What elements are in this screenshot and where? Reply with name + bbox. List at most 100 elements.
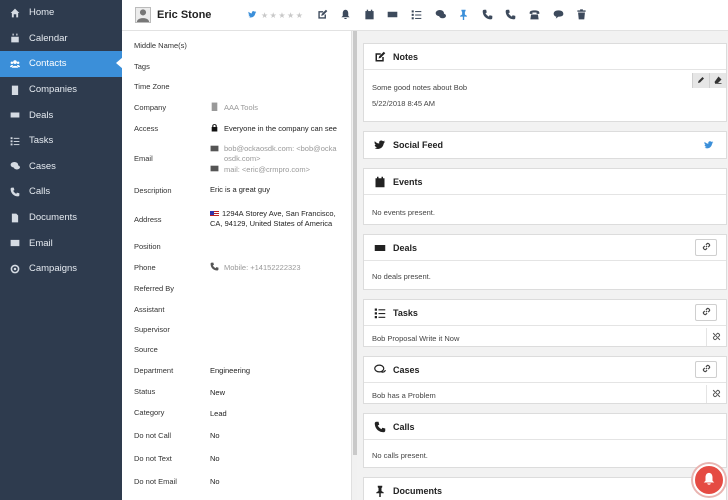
money-icon	[387, 9, 398, 22]
link-icon	[702, 307, 711, 318]
category-label: Category	[134, 408, 165, 417]
document-icon	[9, 212, 21, 224]
money-icon	[373, 241, 387, 255]
deals-empty: No deals present.	[372, 272, 431, 281]
cases-header: Cases	[364, 357, 726, 383]
unlink-task-button[interactable]	[706, 328, 726, 346]
sidebar-item-email[interactable]: Email	[0, 230, 122, 256]
sidebar-item-contacts[interactable]: Contacts	[0, 51, 123, 77]
address-text[interactable]: 1294A Storey Ave, San Francisco, CA, 941…	[210, 209, 336, 228]
email-2[interactable]: mail: <eric@crmpro.com>	[210, 164, 310, 176]
twitter-link-icon[interactable]	[704, 140, 714, 152]
phone-value[interactable]: Mobile: +14152222323	[210, 262, 301, 274]
notifications-button[interactable]	[334, 8, 358, 22]
sidebar-item-home[interactable]: Home	[0, 0, 122, 26]
sidebar-item-deals[interactable]: Deals	[0, 102, 122, 128]
sidebar-item-tasks[interactable]: Tasks	[0, 128, 122, 154]
note-text: Some good notes about Bob	[372, 83, 468, 92]
calendar-button[interactable]	[358, 8, 382, 22]
phone-alt-button[interactable]	[499, 8, 523, 22]
events-empty: No events present.	[372, 208, 435, 217]
sidebar-item-calendar[interactable]: Calendar	[0, 26, 122, 52]
star-rating[interactable]: ★ ★ ★ ★ ★	[261, 11, 304, 20]
pin-icon	[458, 9, 469, 22]
envelope-icon	[210, 144, 220, 164]
star-icon[interactable]: ★	[287, 11, 294, 20]
link-task-button[interactable]	[695, 304, 717, 321]
twitter-icon[interactable]	[248, 10, 258, 20]
referred-by-label: Referred By	[134, 284, 175, 293]
unlink-case-button[interactable]	[706, 385, 726, 403]
cases-button[interactable]	[428, 8, 452, 22]
trash-icon	[576, 8, 587, 22]
sidebar-item-companies[interactable]: Companies	[0, 77, 122, 103]
pin-button[interactable]	[452, 8, 476, 22]
comment-button[interactable]	[546, 8, 570, 22]
email-1[interactable]: bob@ockaosdk.com: <bob@ockaosdk.com>	[210, 144, 342, 164]
tasks-icon	[9, 135, 21, 147]
deals-button[interactable]	[381, 8, 405, 22]
status-label: Status	[134, 387, 156, 396]
building-icon	[210, 102, 220, 114]
phone-icon	[505, 9, 516, 22]
landline-button[interactable]	[523, 8, 547, 22]
do-not-email-label: Do not Email	[134, 477, 177, 486]
delete-note-button[interactable]	[709, 73, 726, 88]
access-label: Access	[134, 124, 159, 133]
home-icon	[9, 7, 21, 19]
sidebar-item-label: Email	[29, 237, 53, 249]
position-label: Position	[134, 242, 161, 251]
link-case-button[interactable]	[695, 361, 717, 378]
delete-button[interactable]	[570, 8, 594, 22]
tasks-title: Tasks	[393, 307, 418, 318]
pencil-icon	[697, 76, 705, 86]
assistant-label: Assistant	[134, 305, 165, 314]
star-icon[interactable]: ★	[296, 11, 303, 20]
sidebar-item-label: Deals	[29, 109, 54, 121]
department-value: Engineering	[210, 366, 251, 375]
star-icon[interactable]: ★	[270, 11, 277, 20]
calendar-icon	[364, 9, 375, 22]
notes-card: Notes Some good notes about Bob 5/22/201…	[363, 43, 727, 122]
email-2-text[interactable]: mail: <eric@crmpro.com>	[224, 165, 310, 174]
sidebar-item-documents[interactable]: Documents	[0, 205, 122, 231]
company-value[interactable]: AAA Tools	[210, 102, 258, 114]
edit-icon	[317, 9, 328, 22]
link-icon	[702, 364, 711, 375]
link-deal-button[interactable]	[695, 239, 717, 256]
star-icon[interactable]: ★	[278, 11, 285, 20]
chat-icon	[9, 160, 21, 172]
task-item[interactable]: Bob Proposal Write it Now	[372, 334, 459, 343]
sidebar-item-label: Home	[29, 7, 55, 19]
edit-note-button[interactable]	[692, 73, 709, 88]
address-value[interactable]: 1294A Storey Ave, San Francisco, CA, 941…	[210, 209, 342, 229]
time-zone-label: Time Zone	[134, 82, 170, 91]
do-not-call-value: No	[210, 431, 220, 440]
star-icon[interactable]: ★	[261, 11, 268, 20]
email-1-text[interactable]: bob@ockaosdk.com: <bob@ockaosdk.com>	[224, 144, 340, 164]
company-name[interactable]: AAA Tools	[224, 103, 258, 112]
tasks-button[interactable]	[405, 8, 429, 22]
case-item[interactable]: Bob has a Problem	[372, 391, 436, 400]
phone-text[interactable]: Mobile: +14152222323	[224, 263, 301, 272]
notification-button[interactable]	[693, 464, 725, 496]
address-label: Address	[134, 215, 162, 224]
bell-icon	[340, 9, 351, 22]
sidebar-item-label: Documents	[29, 212, 78, 224]
landline-icon	[529, 9, 540, 22]
sidebar-item-calls[interactable]: Calls	[0, 179, 122, 205]
link-icon	[702, 242, 711, 253]
sidebar-item-cases[interactable]: Cases	[0, 154, 122, 180]
call-button[interactable]	[476, 8, 500, 22]
money-icon	[9, 109, 21, 121]
description-label: Description	[134, 186, 172, 195]
deals-title: Deals	[393, 242, 418, 253]
sidebar-item-campaigns[interactable]: Campaigns	[0, 256, 122, 282]
chat-icon	[373, 363, 387, 377]
category-value: Lead	[210, 409, 227, 418]
note-tools	[692, 73, 726, 88]
edit-button[interactable]	[310, 8, 334, 22]
access-text: Everyone in the company can see	[224, 123, 337, 133]
phone-icon	[210, 262, 220, 274]
do-not-text-label: Do not Text	[134, 454, 172, 463]
